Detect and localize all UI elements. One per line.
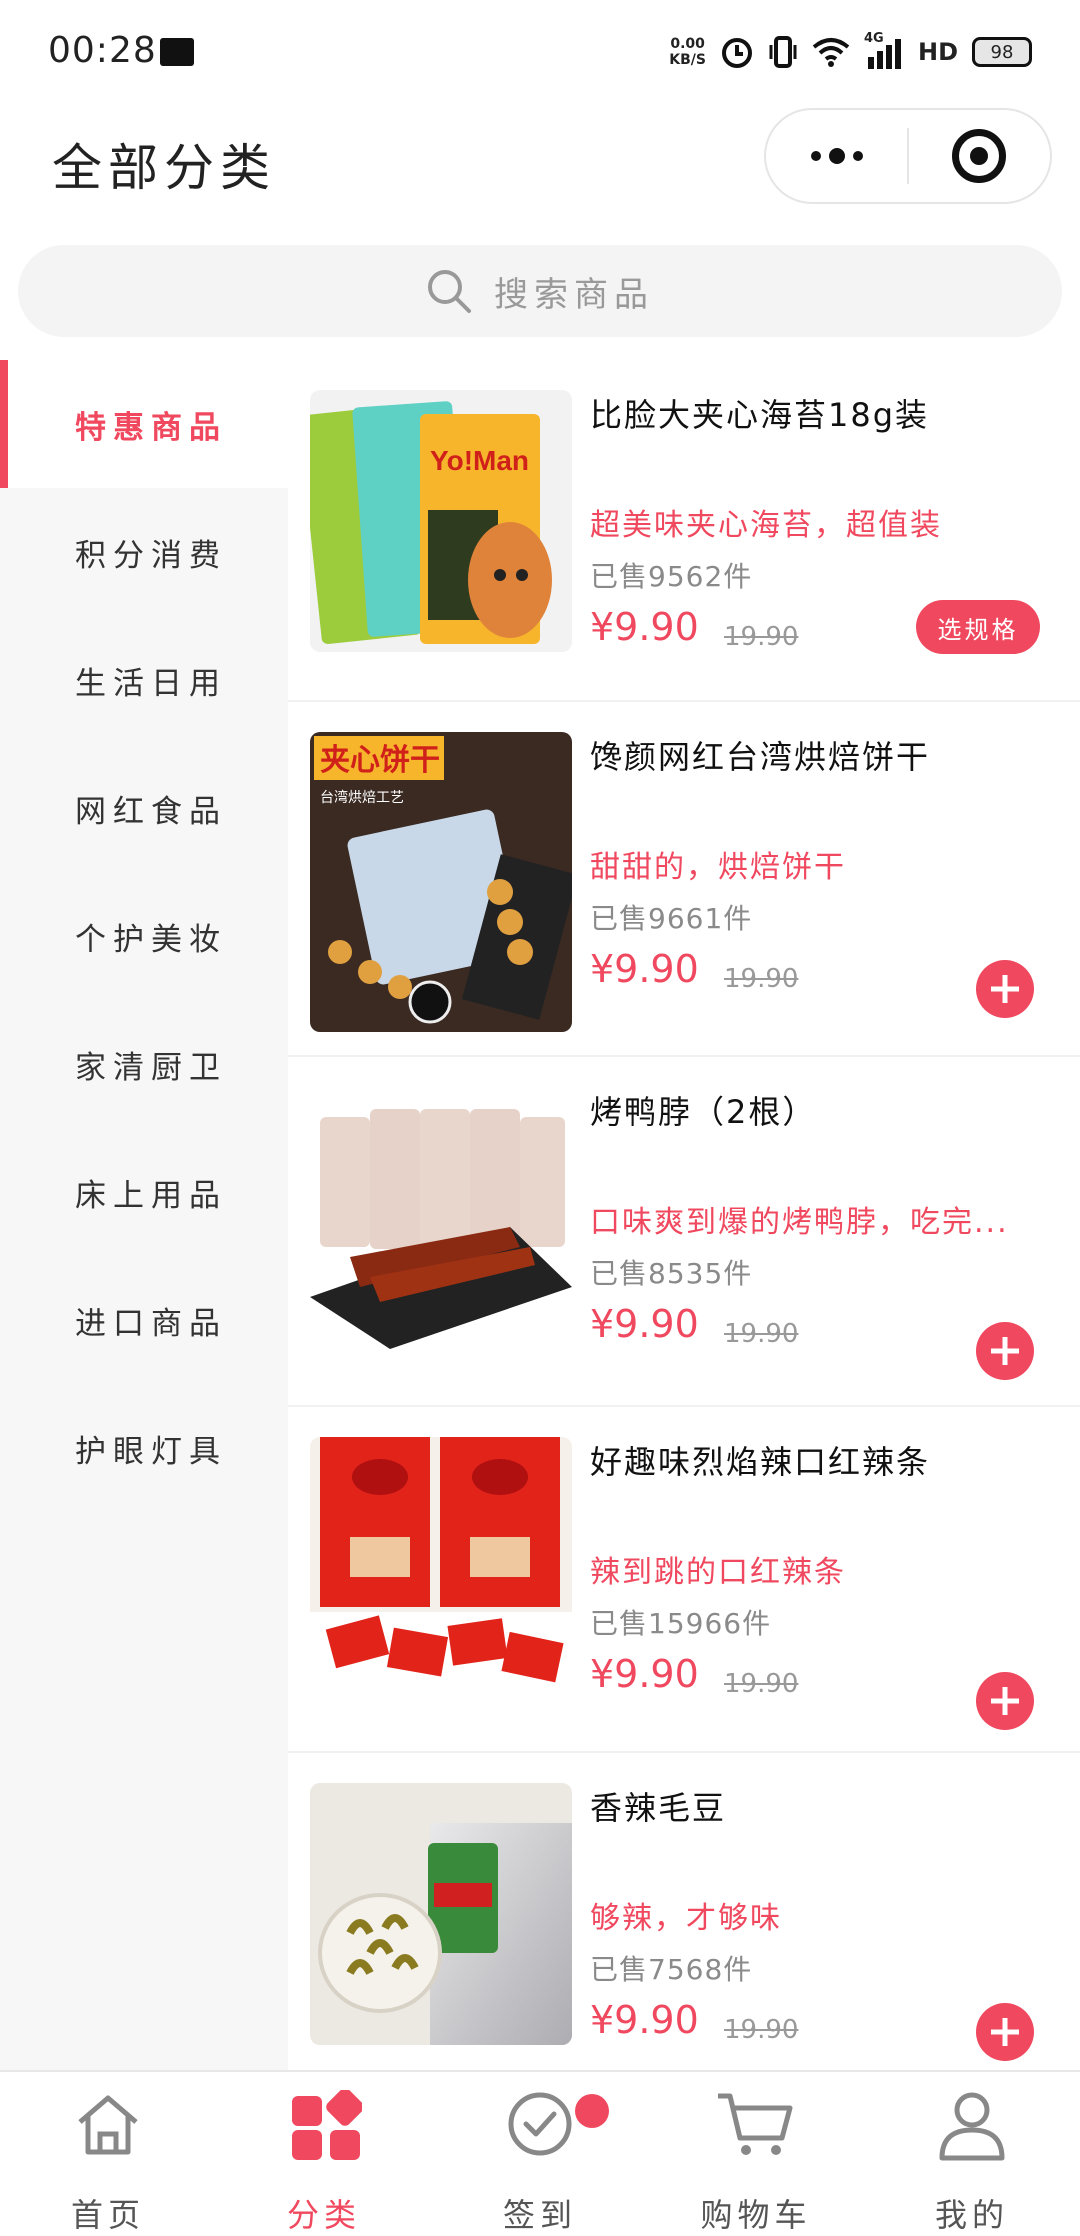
product-original-price: 19.90 (724, 964, 799, 994)
category-icon (292, 2090, 362, 2160)
more-dot-icon (828, 148, 845, 164)
product-description: 甜甜的，烘焙饼干 (590, 850, 846, 885)
cart-icon (718, 2093, 793, 2155)
notification-badge (575, 2094, 609, 2128)
more-dot-icon (810, 151, 821, 161)
svg-text:夹心饼干: 夹心饼干 (320, 743, 440, 778)
sidebar-item-daily-use[interactable]: 生活日用 (0, 616, 288, 744)
product-price: ¥9.90 (590, 1652, 699, 1696)
search-bar[interactable]: 搜索商品 (18, 245, 1062, 337)
top-bar: 全部分类 (0, 100, 1080, 240)
product-price: ¥9.90 (590, 605, 699, 649)
svg-text:Yo!Man: Yo!Man (430, 445, 529, 476)
sidebar-item-snacks[interactable]: 网红食品 (0, 744, 288, 872)
more-dot-icon (852, 151, 863, 161)
status-bar: 00:28 0.00 KB/S 4G HD 98 (0, 0, 1080, 100)
bottom-tab-bar: 首页 分类 签到 购物车 我的 (0, 2070, 1080, 2234)
product-image-spicy-strips[interactable] (310, 1437, 572, 1699)
sidebar-item-cleaning[interactable]: 家清厨卫 (0, 1000, 288, 1128)
search-icon (428, 270, 471, 313)
check-in-icon (508, 2092, 572, 2156)
sidebar-item-points[interactable]: 积分消费 (0, 488, 288, 616)
product-original-price: 19.90 (724, 622, 799, 652)
vibrate-icon (769, 36, 797, 68)
sidebar-item-imported[interactable]: 进口商品 (0, 1256, 288, 1384)
product-sold-count: 已售7568件 (590, 1953, 753, 1986)
home-icon (78, 2095, 138, 2155)
close-mini-program-button[interactable] (909, 110, 1050, 202)
product-card[interactable]: 夹心饼干 台湾烘焙工艺 馋颜网红台湾烘焙饼干 甜甜的，烘焙饼干 已售9661件 … (288, 702, 1080, 1057)
status-icons: 0.00 KB/S 4G HD 98 (669, 30, 1032, 74)
page-title: 全部分类 (52, 139, 276, 197)
product-price: ¥9.90 (590, 947, 699, 991)
net-speed: 0.00 KB/S (669, 36, 706, 68)
product-image-duck-neck[interactable] (310, 1087, 572, 1349)
sidebar-item-bedding[interactable]: 床上用品 (0, 1128, 288, 1256)
wifi-icon (812, 38, 850, 67)
category-sidebar: 特惠商品 积分消费 生活日用 网红食品 个护美妆 家清厨卫 床上用品 进口商品 … (0, 360, 288, 2070)
add-to-cart-button[interactable] (976, 960, 1034, 1018)
hd-icon: HD (917, 38, 958, 66)
tab-home[interactable]: 首页 (0, 2072, 216, 2234)
product-image-seaweed[interactable]: Yo!Man (310, 390, 572, 652)
target-icon (952, 129, 1007, 183)
mini-program-capsule (764, 108, 1052, 204)
sidebar-item-beauty[interactable]: 个护美妆 (0, 872, 288, 1000)
product-description: 超美味夹心海苔，超值装 (590, 508, 942, 543)
add-to-cart-button[interactable] (976, 1322, 1034, 1380)
product-image-cookies[interactable]: 夹心饼干 台湾烘焙工艺 (310, 732, 572, 1032)
product-sold-count: 已售8535件 (590, 1257, 753, 1290)
product-name: 馋颜网红台湾烘焙饼干 (590, 738, 931, 776)
product-card[interactable]: 烤鸭脖（2根） 口味爽到爆的烤鸭脖，吃完... 已售8535件 ¥9.90 19… (288, 1057, 1080, 1407)
status-time: 00:28 (48, 30, 157, 71)
product-sold-count: 已售9562件 (590, 560, 753, 593)
product-name: 烤鸭脖（2根） (590, 1093, 817, 1131)
sidebar-item-special-offers[interactable]: 特惠商品 (0, 360, 288, 488)
product-description: 口味爽到爆的烤鸭脖，吃完... (590, 1205, 1009, 1240)
product-name: 比脸大夹心海苔18g装 (590, 396, 930, 434)
product-card[interactable]: Yo!Man 比脸大夹心海苔18g装 超美味夹心海苔，超值装 已售9562件 ¥… (288, 360, 1080, 702)
battery-icon: 98 (972, 37, 1032, 67)
tab-cart[interactable]: 购物车 (648, 2072, 864, 2234)
choose-spec-button[interactable]: 选规格 (916, 600, 1040, 654)
profile-icon (939, 2092, 1005, 2161)
product-image-edamame[interactable] (310, 1783, 572, 2045)
svg-text:台湾烘焙工艺: 台湾烘焙工艺 (320, 789, 404, 806)
product-sold-count: 已售9661件 (590, 902, 753, 935)
product-original-price: 19.90 (724, 2015, 799, 2045)
product-description: 够辣，才够味 (590, 1901, 782, 1936)
gallery-notification-icon (160, 38, 194, 66)
cell-signal-icon: 4G (864, 31, 904, 69)
product-sold-count: 已售15966件 (590, 1607, 772, 1640)
product-name: 好趣味烈焰辣口红辣条 (590, 1443, 931, 1481)
product-original-price: 19.90 (724, 1669, 799, 1699)
alarm-icon (721, 38, 752, 68)
product-card[interactable]: 好趣味烈焰辣口红辣条 辣到跳的口红辣条 已售15966件 ¥9.90 19.90 (288, 1407, 1080, 1753)
search-input[interactable]: 搜索商品 (494, 267, 654, 316)
product-name: 香辣毛豆 (590, 1789, 727, 1827)
more-button[interactable] (766, 110, 907, 202)
tab-category[interactable]: 分类 (216, 2072, 432, 2234)
sidebar-item-lamps[interactable]: 护眼灯具 (0, 1384, 288, 1512)
product-price: ¥9.90 (590, 1302, 699, 1346)
add-to-cart-button[interactable] (976, 2003, 1034, 2061)
product-list: Yo!Man 比脸大夹心海苔18g装 超美味夹心海苔，超值装 已售9562件 ¥… (288, 360, 1080, 2070)
product-original-price: 19.90 (724, 1319, 799, 1349)
product-card[interactable]: 香辣毛豆 够辣，才够味 已售7568件 ¥9.90 19.90 (288, 1753, 1080, 2070)
product-price: ¥9.90 (590, 1998, 699, 2042)
tab-profile[interactable]: 我的 (864, 2072, 1080, 2234)
add-to-cart-button[interactable] (976, 1672, 1034, 1730)
product-description: 辣到跳的口红辣条 (590, 1555, 846, 1590)
tab-check-in[interactable]: 签到 (432, 2072, 648, 2234)
